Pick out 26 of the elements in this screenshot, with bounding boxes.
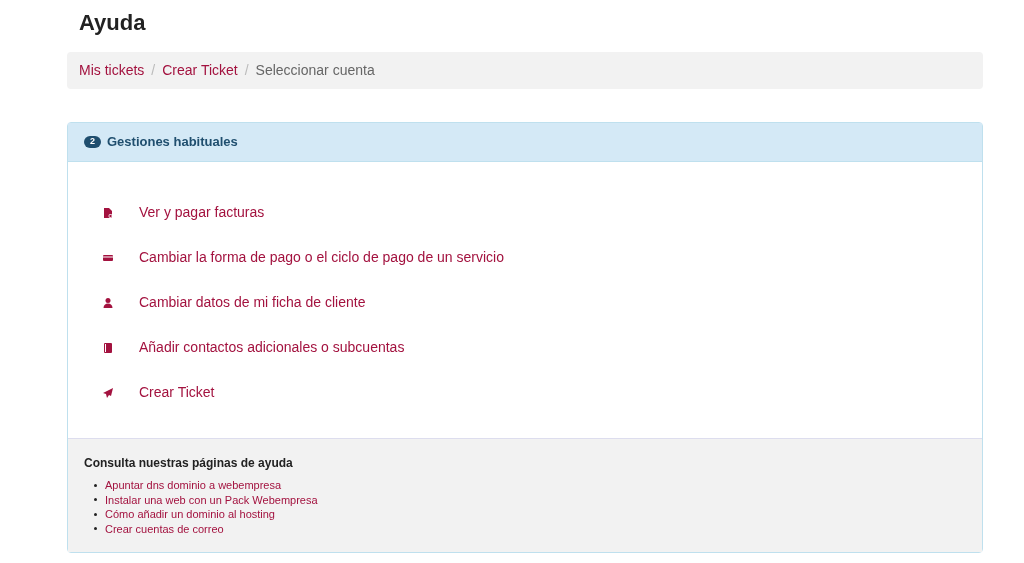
bullet-icon xyxy=(94,483,97,487)
paper-plane-icon xyxy=(102,386,114,399)
action-link[interactable]: Crear Ticket xyxy=(139,382,215,403)
help-link[interactable]: Apuntar dns dominio a webempresa xyxy=(105,477,282,494)
panel-title: Gestiones habituales xyxy=(107,133,238,152)
breadcrumb-current: Seleccionar cuenta xyxy=(255,61,375,80)
help-heading: Consulta nuestras páginas de ayuda xyxy=(84,455,294,472)
action-link[interactable]: Cambiar la forma de pago o el ciclo de pago de un servicio xyxy=(139,247,504,268)
action-link[interactable]: Ver y pagar facturas xyxy=(139,202,265,223)
page-title: Ayuda xyxy=(78,9,147,37)
document-icon xyxy=(102,206,114,219)
bullet-icon xyxy=(94,527,97,531)
bullet-icon xyxy=(94,498,97,502)
action-link[interactable]: Añadir contactos adicionales o subcuentas xyxy=(139,337,405,358)
breadcrumb-separator: / xyxy=(150,61,157,80)
help-link[interactable]: Instalar una web con un Pack Webempresa xyxy=(105,491,318,508)
breadcrumb-separator: / xyxy=(243,61,250,80)
breadcrumb-link[interactable]: Crear Ticket xyxy=(162,60,238,81)
help-link[interactable]: Crear cuentas de correo xyxy=(105,520,224,537)
user-icon xyxy=(102,296,114,309)
step-badge: 2 xyxy=(84,136,101,148)
action-link[interactable]: Cambiar datos de mi ficha de cliente xyxy=(139,292,366,313)
bullet-icon xyxy=(94,512,97,516)
help-link[interactable]: Cómo añadir un dominio al hosting xyxy=(105,506,275,523)
breadcrumb-link[interactable]: Mis tickets xyxy=(79,60,145,81)
book-icon xyxy=(102,341,114,354)
